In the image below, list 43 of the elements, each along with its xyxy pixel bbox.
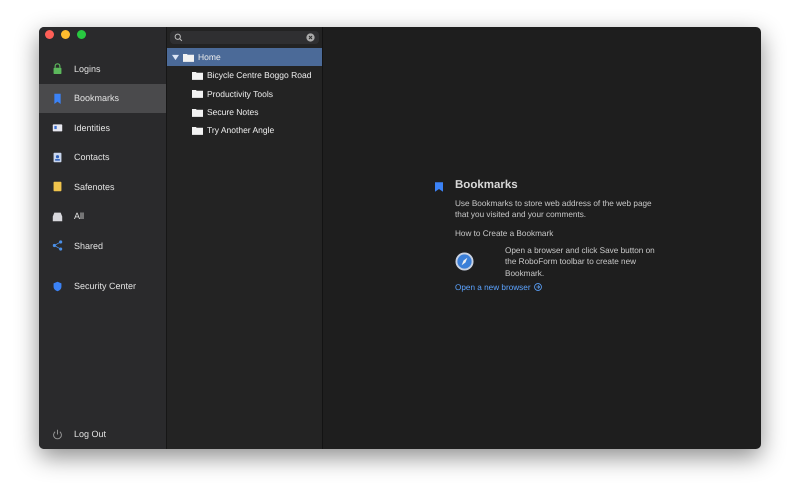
zoom-window-button[interactable]	[77, 30, 86, 39]
search-field[interactable]	[170, 31, 319, 44]
tree-item[interactable]: Bicycle Centre Boggo Road	[167, 66, 322, 85]
instruction-text: Open a browser and click Save button on the RoboForm toolbar to create new Bookmark.	[505, 244, 655, 279]
sidebar-item[interactable]: Logins	[39, 54, 166, 84]
tree-item[interactable]: Secure Notes	[167, 102, 322, 122]
share-icon	[52, 240, 63, 252]
description-text: Use Bookmarks to store web address of the web page that you visited and your comments.	[455, 198, 653, 221]
shield-icon	[52, 280, 63, 292]
sidebar-item[interactable]: Contacts	[39, 142, 166, 172]
folder-icon	[192, 70, 203, 80]
power-icon	[52, 428, 63, 440]
detail-title: Bookmarks	[455, 179, 519, 191]
tree-item[interactable]: Try Another Angle	[167, 121, 322, 140]
minimize-window-button[interactable]	[61, 30, 70, 39]
sidebar-item[interactable]: Identities	[39, 113, 166, 142]
folder-icon	[192, 108, 203, 117]
sidebar-item[interactable]: Security Center	[39, 272, 166, 301]
bookmark-icon	[435, 182, 443, 192]
tree-item[interactable]: Home	[167, 48, 322, 66]
arrow-circle-icon	[534, 283, 542, 292]
bookmark-icon	[52, 92, 63, 104]
folder-icon	[192, 126, 203, 135]
disclosure-triangle-icon[interactable]	[172, 54, 179, 61]
sidebar-item[interactable]: All	[39, 202, 166, 231]
lock-icon	[52, 63, 63, 74]
open-browser-link[interactable]: Open a new browser	[455, 282, 542, 292]
sidebar-item[interactable]: Bookmarks	[39, 84, 166, 113]
log-out-button[interactable]: Log Out	[39, 419, 166, 449]
search-icon	[174, 33, 183, 42]
contact-icon	[52, 152, 63, 163]
note-icon	[52, 181, 63, 192]
compass-icon	[455, 252, 474, 272]
tray-icon	[52, 210, 63, 222]
sidebar-item[interactable]: Shared	[39, 231, 166, 260]
sidebar-item[interactable]: Safenotes	[39, 172, 166, 202]
how-to-heading: How to Create a Bookmark	[455, 228, 554, 239]
folder-icon	[183, 52, 194, 62]
clear-icon[interactable]	[306, 33, 315, 42]
tree-item[interactable]: Productivity Tools	[167, 84, 322, 103]
close-window-button[interactable]	[45, 30, 54, 39]
id-icon	[52, 122, 63, 134]
folder-icon	[192, 89, 203, 98]
